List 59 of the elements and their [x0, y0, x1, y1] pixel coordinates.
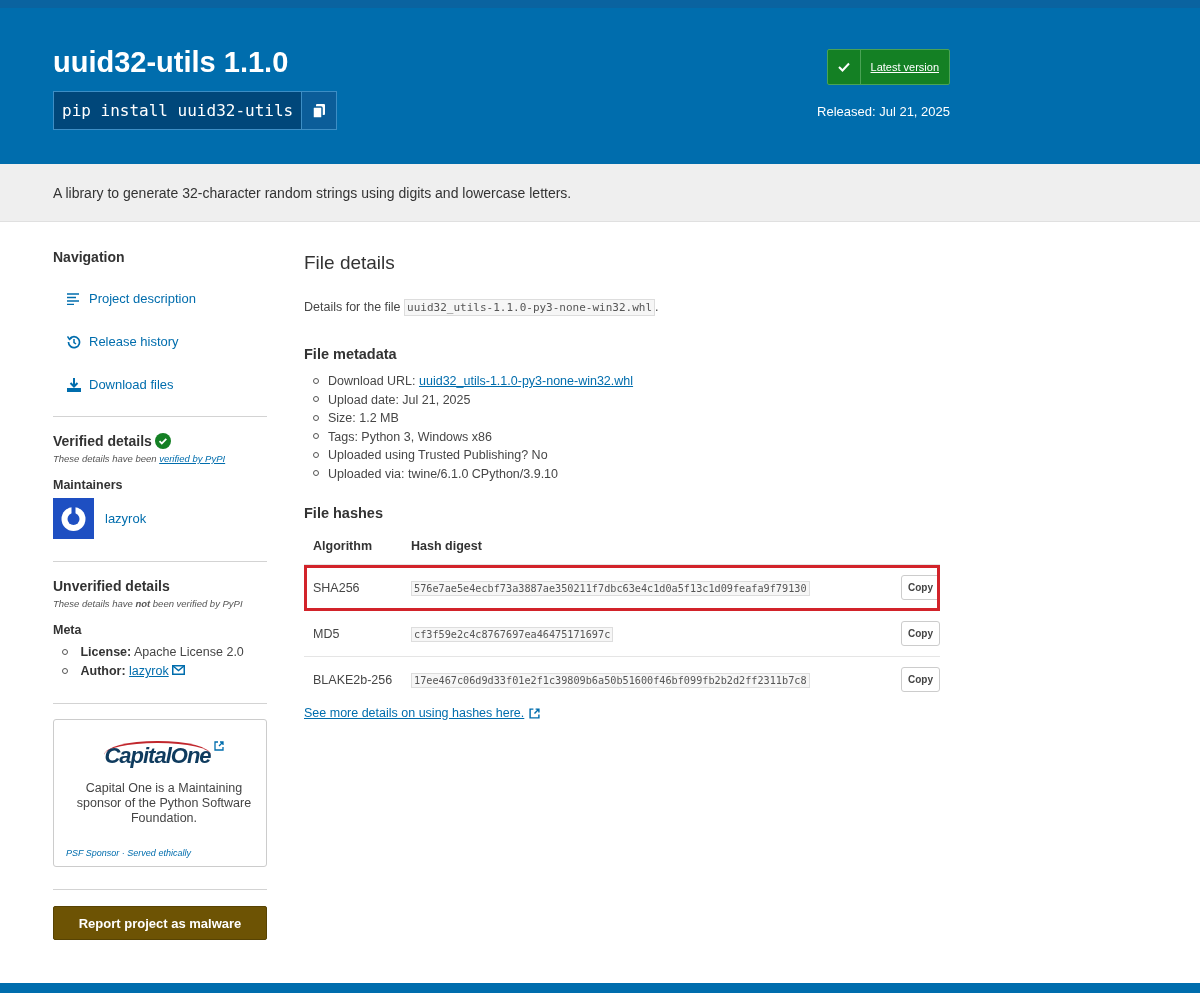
hashes-help-link[interactable]: See more details on using hashes here.: [304, 706, 525, 720]
file-details-text: Details for the file uuid32_utils-1.1.0-py3-none-win32.whl .: [304, 300, 660, 314]
metadata-label: Download URL:: [328, 374, 416, 388]
file-hashes-heading: File hashes: [304, 505, 384, 521]
copy-hash-button[interactable]: Copy: [901, 667, 940, 692]
lines-icon: [67, 292, 81, 305]
copy-hash-button[interactable]: Copy: [901, 575, 940, 600]
file-details-heading: File details: [304, 252, 396, 274]
metadata-item: Tags: Python 3, Windows x86: [328, 429, 492, 444]
metadata-item: Upload date: Jul 21, 2025: [328, 392, 471, 407]
algorithm-cell: BLAKE2b-256: [313, 672, 393, 687]
nav-link[interactable]: Download files: [67, 375, 267, 394]
release-date: Released: Jul 21, 2025: [817, 104, 950, 119]
package-summary: A library to generate 32-character random strings using digits and lowercase letters.: [53, 184, 572, 201]
sponsor-description: Capital One is a Maintaining sponsor of the Python Software Foundation.: [75, 781, 253, 826]
external-link-icon: [213, 741, 224, 751]
unverified-note: These details have not been verified by PyPI: [53, 598, 244, 609]
hash-digest: 576e7ae5e4ecbf73a3887ae350211f7dbc63e4c1d0a5f13c1d09feafa9f79130: [411, 580, 810, 596]
metadata-item: Uploaded using Trusted Publishing? No: [328, 448, 548, 462]
meta-label: Author:: [80, 664, 126, 678]
verified-note: These details have been verified by PyPI: [53, 453, 227, 464]
verified-heading: Verified details: [53, 433, 152, 449]
unverified-heading: Unverified details: [53, 578, 170, 594]
sponsor-logo[interactable]: CapitalOne: [104, 741, 211, 769]
latest-version-link[interactable]: Latest version: [860, 50, 949, 84]
column-header: Hash digest: [402, 539, 885, 565]
column-header: Algorithm: [304, 539, 402, 565]
copy-icon: [312, 102, 327, 119]
metadata-item: Size: 1.2 MB: [328, 411, 399, 425]
author-link[interactable]: lazyrok: [129, 664, 169, 678]
nav-link[interactable]: Project description: [67, 289, 267, 308]
meta-heading: Meta: [53, 623, 83, 637]
algorithm-cell: MD5: [313, 626, 340, 641]
copy-button[interactable]: [301, 92, 337, 129]
envelope-icon: [172, 665, 186, 675]
maintainer-link[interactable]: lazyrok: [105, 511, 147, 526]
maintainers-heading: Maintainers: [53, 478, 124, 492]
algorithm-cell: SHA256: [313, 580, 360, 595]
package-title: uuid32-utils 1.1.0: [53, 46, 290, 79]
meta-value: Apache License 2.0: [134, 645, 244, 659]
hash-digest: cf3f59e2c4c8767697ea46475171697c: [411, 626, 614, 642]
navigation-heading: Navigation: [53, 249, 126, 265]
report-malware-button[interactable]: Report project as malware: [53, 906, 267, 940]
download-icon: [67, 377, 81, 392]
sponsor-link[interactable]: PSF Sponsor · Served ethically: [66, 848, 191, 858]
file-metadata-heading: File metadata: [304, 346, 398, 362]
verified-link[interactable]: verified by PyPI: [159, 453, 226, 464]
history-icon: [67, 334, 81, 349]
install-command: pip install uuid32-utils: [54, 92, 302, 129]
meta-label: License:: [80, 645, 132, 659]
metadata-item: Uploaded via: twine/6.1.0 CPython/3.9.10: [328, 466, 558, 481]
download-url-link[interactable]: uuid32_utils-1.1.0-py3-none-win32.whl: [419, 374, 634, 388]
hash-digest: 17ee467c06d9d33f01e2f1c39809b6a50b51600f46bf099fb2b2d2ff2311b7c8: [411, 672, 810, 688]
check-icon: [837, 62, 850, 72]
copy-hash-button[interactable]: Copy: [901, 621, 940, 646]
nav-link[interactable]: Release history: [67, 332, 267, 351]
verified-check-icon: [154, 433, 171, 449]
avatar-icon: [53, 498, 94, 539]
external-link-icon: [529, 707, 541, 719]
